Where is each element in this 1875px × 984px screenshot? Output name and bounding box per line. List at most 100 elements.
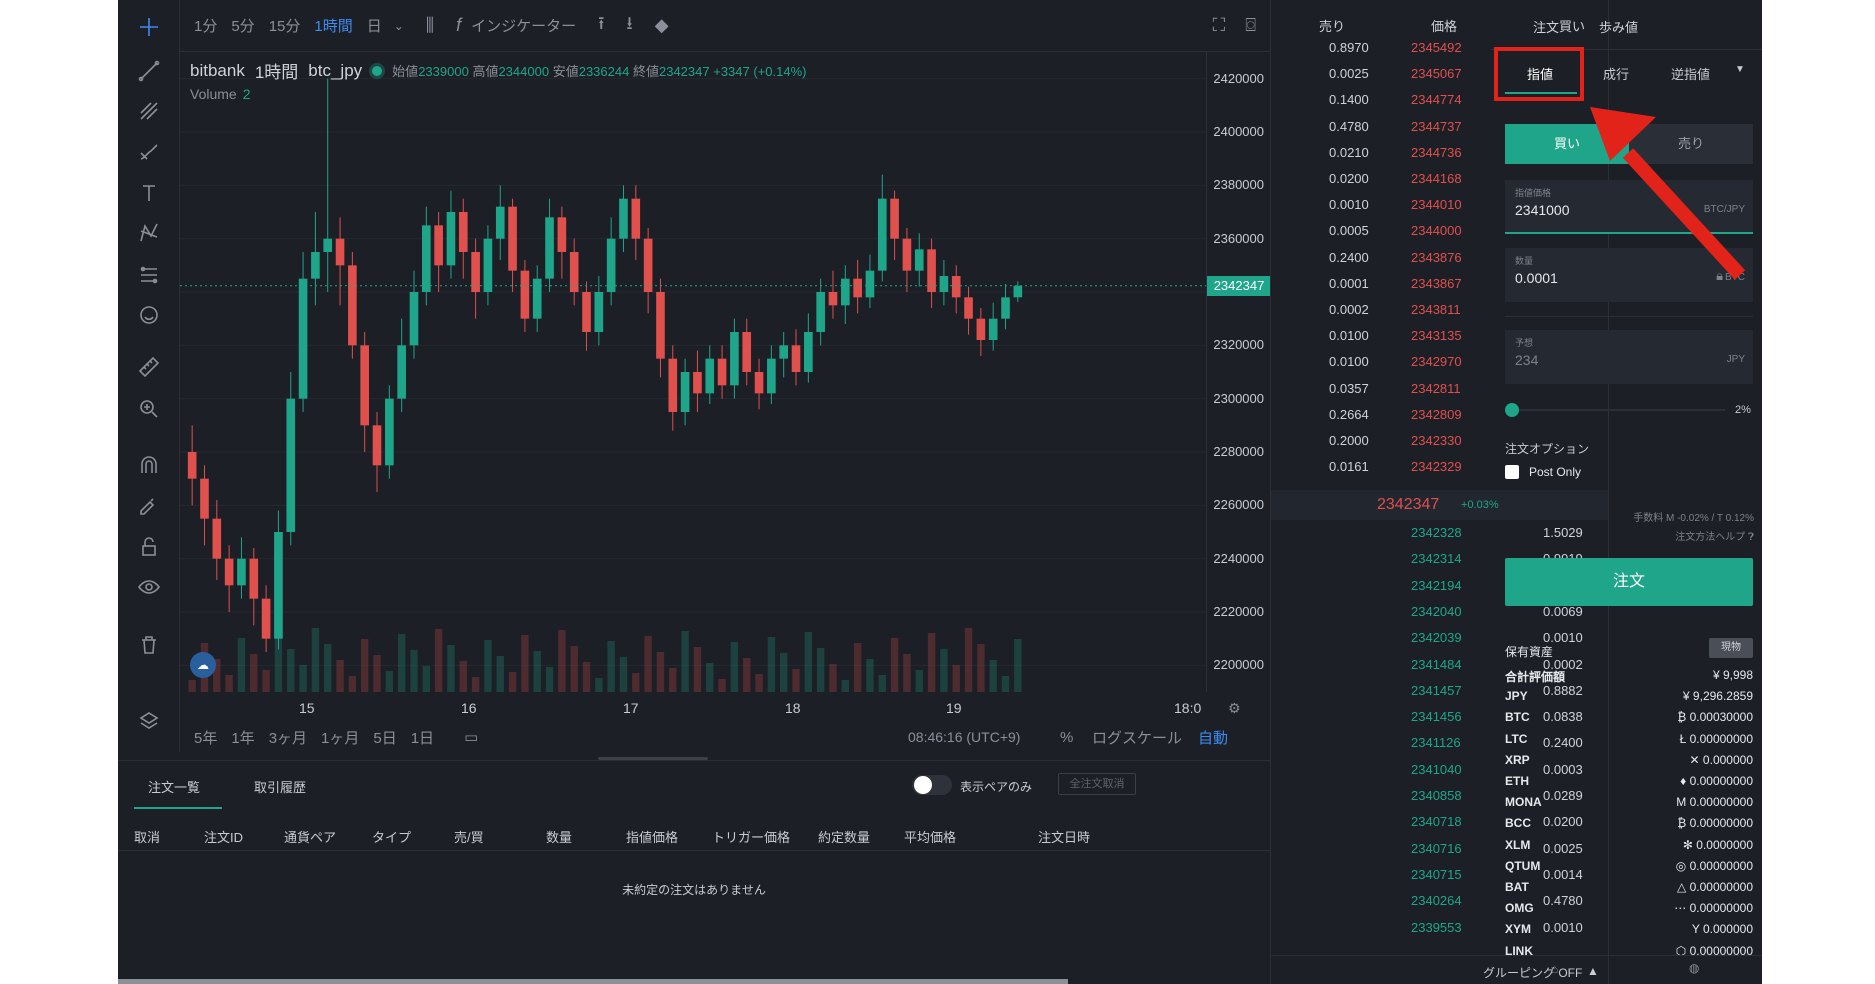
pair-only-toggle[interactable] xyxy=(912,775,952,795)
volume-bar xyxy=(718,679,726,692)
time-axis[interactable]: 15 16 17 18 19 18:0 ⚙ xyxy=(180,692,1270,722)
panel-resize-handle[interactable] xyxy=(598,757,708,760)
volume-bar xyxy=(447,645,455,692)
range-1y[interactable]: 1年 xyxy=(231,727,254,748)
ask-price: 2345067 xyxy=(1411,66,1462,82)
trend-line-icon[interactable] xyxy=(134,56,164,86)
candle-body xyxy=(446,212,456,266)
crosshair-icon[interactable] xyxy=(134,12,164,42)
pattern-icon[interactable] xyxy=(134,218,164,248)
limit-price-value[interactable]: 2341000 xyxy=(1515,202,1570,218)
ask-quantity: 0.0210 xyxy=(1329,144,1369,160)
amount-slider-track[interactable] xyxy=(1505,409,1725,411)
percent-toggle[interactable]: % xyxy=(1060,729,1073,746)
tab-open-orders[interactable]: 注文一覧 xyxy=(133,777,223,809)
price-chart[interactable]: bitbank 1時間 btc_jpy 始値2339000 高値2344000 … xyxy=(180,52,1206,692)
volume-bar xyxy=(521,635,529,692)
ask-price: 2343876 xyxy=(1411,249,1462,265)
auto-scale-toggle[interactable]: 自動 xyxy=(1198,727,1228,748)
fib-icon[interactable] xyxy=(134,96,164,126)
candle-body xyxy=(187,452,197,479)
candle-body xyxy=(914,249,924,271)
caret-down-icon[interactable]: ▼ xyxy=(1735,64,1745,75)
calendar-icon[interactable]: ▭ xyxy=(464,728,478,746)
lock-icon[interactable] xyxy=(134,532,164,562)
range-5d[interactable]: 5日 xyxy=(373,727,396,748)
camera-icon[interactable]: ⌼ xyxy=(1245,15,1256,36)
prediction-icon[interactable] xyxy=(134,260,164,290)
chevron-down-icon[interactable]: ⌄ xyxy=(394,19,404,33)
trash-icon[interactable] xyxy=(134,630,164,660)
candle-body xyxy=(237,558,246,586)
asset-name: XYM xyxy=(1505,922,1532,937)
candle-body xyxy=(335,238,345,266)
cancel-all-button[interactable]: 全注文取消 xyxy=(1058,773,1136,795)
tab-trade-history[interactable]: 取引履歴 xyxy=(254,777,306,796)
price-axis[interactable]: 2420000240000023800002360000234000023200… xyxy=(1206,52,1271,692)
candle-body xyxy=(668,358,678,412)
col-limit-price: 指値価格 xyxy=(626,830,679,845)
order-type-market[interactable]: 成行 xyxy=(1603,64,1629,83)
timeframe-5m[interactable]: 5分 xyxy=(231,15,254,36)
ask-price: 2345492 xyxy=(1411,40,1462,55)
brush-icon[interactable] xyxy=(134,136,164,166)
quantity-label: 数量 xyxy=(1515,256,1534,266)
ask-quantity: 0.1400 xyxy=(1329,92,1369,108)
range-3m[interactable]: 3ヶ月 xyxy=(269,727,307,748)
text-icon[interactable] xyxy=(134,178,164,208)
tab-order[interactable]: 注文 xyxy=(1533,17,1559,36)
range-5y[interactable]: 5年 xyxy=(194,727,217,748)
function-icon[interactable]: f xyxy=(456,15,461,36)
candle-body xyxy=(730,332,739,386)
layers-icon[interactable] xyxy=(134,706,164,736)
candle-body xyxy=(409,292,419,346)
timeframe-1d[interactable]: 日 xyxy=(367,15,382,36)
spot-badge[interactable]: 現物 xyxy=(1709,638,1753,658)
horizontal-scrollbar[interactable] xyxy=(118,979,1068,984)
indicator-button[interactable]: インジケーター xyxy=(471,15,576,36)
submit-order-button[interactable]: 注文 xyxy=(1505,558,1753,606)
zoom-in-icon[interactable] xyxy=(134,394,164,424)
amount-slider-handle[interactable] xyxy=(1505,403,1519,417)
price-axis-label: 2280000 xyxy=(1213,444,1264,459)
eraser-icon[interactable]: ◆ xyxy=(655,15,669,36)
timeframe-1h[interactable]: 1時間 xyxy=(314,15,352,36)
candle-body xyxy=(385,398,394,466)
download-icon[interactable]: ⭳ xyxy=(626,11,632,41)
bid-price: 2342194 xyxy=(1411,577,1462,593)
fullscreen-icon[interactable]: ⛶ xyxy=(1213,15,1226,36)
timeframe-1m[interactable]: 1分 xyxy=(194,15,217,36)
bid-price: 2340716 xyxy=(1411,840,1462,856)
tab-trades[interactable]: 歩み値 xyxy=(1599,17,1638,36)
graduation-icon[interactable]: ⌂ xyxy=(1551,962,1558,976)
volume-bar xyxy=(940,649,948,692)
order-help-link[interactable]: 注文方法ヘルプ ❓︎ xyxy=(1675,528,1754,543)
range-1m[interactable]: 1ヶ月 xyxy=(321,727,359,748)
candle-type-icon[interactable]: ⫼ xyxy=(426,15,434,36)
time-label: 16 xyxy=(461,700,477,716)
range-1d[interactable]: 1日 xyxy=(411,727,434,748)
log-scale-toggle[interactable]: ログスケール xyxy=(1092,727,1182,748)
lock-drawing-icon[interactable] xyxy=(134,490,164,520)
ask-price: 2343135 xyxy=(1411,328,1462,344)
ruler-icon[interactable] xyxy=(134,352,164,382)
candle-body xyxy=(951,276,961,298)
asset-value: ₿ 0.00030000 xyxy=(1677,710,1753,725)
post-only-label[interactable]: Post Only xyxy=(1529,465,1581,479)
price-axis-label: 2260000 xyxy=(1213,497,1264,513)
magnet-icon[interactable] xyxy=(134,450,164,480)
quantity-value[interactable]: 0.0001 xyxy=(1515,270,1558,286)
globe-icon[interactable]: ◍ xyxy=(1689,961,1699,975)
post-only-checkbox[interactable] xyxy=(1505,465,1519,479)
settings-gear-icon[interactable]: ⚙ xyxy=(1228,700,1241,717)
candle-body xyxy=(656,292,665,359)
candle-body xyxy=(545,217,554,279)
ask-quantity: 0.0001 xyxy=(1329,275,1369,291)
upload-icon[interactable]: ⭱ xyxy=(598,11,604,41)
candle-body xyxy=(840,278,850,306)
order-type-stop[interactable]: 逆指値 xyxy=(1671,64,1710,83)
eye-icon[interactable] xyxy=(134,572,164,602)
chart-toolbar: 1分 5分 15分 1時間 日 ⌄ ⫼ f インジケーター ⭱ ⭳ ◆ ⛶ ⌼ xyxy=(180,0,1270,52)
timeframe-15m[interactable]: 15分 xyxy=(269,15,301,36)
emoji-icon[interactable] xyxy=(134,300,164,330)
